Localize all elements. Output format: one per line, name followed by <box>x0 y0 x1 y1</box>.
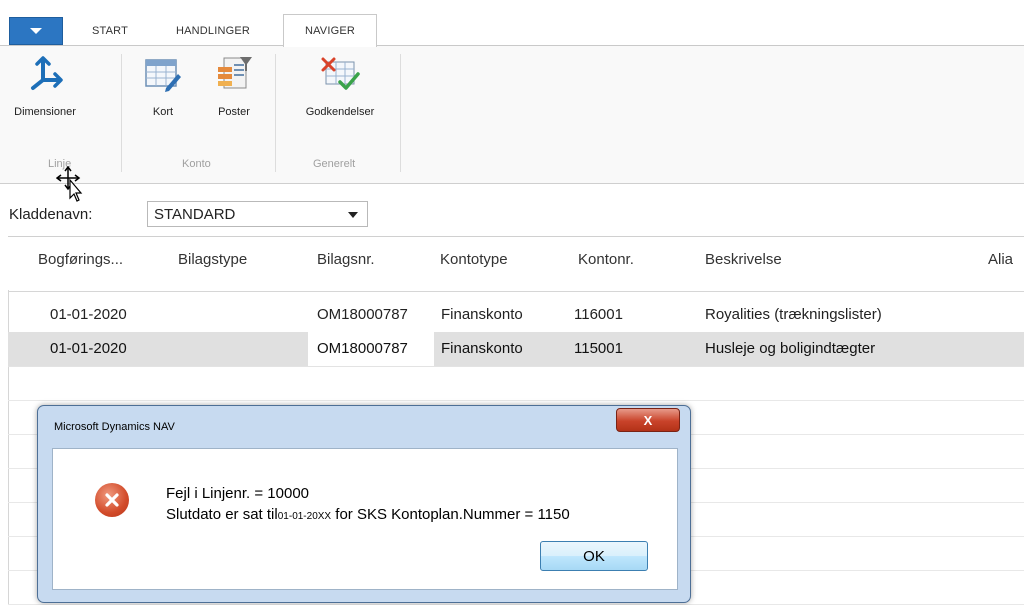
cell-account-no[interactable]: 116001 <box>574 306 623 323</box>
card-icon <box>143 52 183 96</box>
poster-button[interactable]: Poster <box>206 52 262 118</box>
dimensioner-label: Dimensioner <box>14 106 76 118</box>
group-separator <box>121 54 122 172</box>
column-header-document-no[interactable]: Bilagsnr. <box>317 251 375 268</box>
error-message-line-1: Fejl i Linjenr. = 10000 <box>166 485 310 502</box>
cell-document-no[interactable]: OM18000787 <box>317 306 408 323</box>
table-row[interactable]: 01-01-2020 OM18000787 Finanskonto 116001… <box>8 298 1024 333</box>
dialog-title: Microsoft Dynamics NAV <box>54 421 175 433</box>
table-row-selected[interactable]: 01-01-2020 OM18000787 Finanskonto 115001… <box>8 332 1024 367</box>
poster-label: Poster <box>218 106 250 118</box>
mouse-cursor-icon <box>55 165 84 207</box>
grid-header: Bogførings... Bilagstype Bilagsnr. Konto… <box>8 236 1024 292</box>
ribbon-panel: Dimensioner Kort Poster Godkendelser Lin… <box>0 45 1024 184</box>
error-message-prefix: Slutdato er sat til <box>166 506 278 523</box>
error-message-line-2: Slutdato er sat til01-01-20XX for SKS Ko… <box>166 506 570 523</box>
error-dialog: Microsoft Dynamics NAV X Fejl i Linjenr.… <box>37 405 691 603</box>
cell-account-type[interactable]: Finanskonto <box>441 340 523 357</box>
cell-posting-date[interactable]: 01-01-2020 <box>50 340 127 357</box>
tab-start[interactable]: START <box>70 19 150 43</box>
ribbon-tab-bar: START HANDLINGER NAVIGER <box>0 0 1024 47</box>
kort-button[interactable]: Kort <box>140 52 186 118</box>
godkendelser-button[interactable]: Godkendelser <box>288 52 392 118</box>
journal-name-value: STANDARD <box>154 205 236 223</box>
kort-label: Kort <box>152 106 174 118</box>
dialog-close-button[interactable]: X <box>616 408 680 432</box>
journal-name-label: Kladdenavn: <box>9 206 93 223</box>
group-separator <box>400 54 401 172</box>
application-menu-button[interactable] <box>9 17 63 45</box>
dialog-body: Fejl i Linjenr. = 10000 Slutdato er sat … <box>52 448 678 590</box>
group-label-konto: Konto <box>182 158 211 170</box>
empty-row[interactable] <box>8 366 1024 401</box>
group-separator <box>275 54 276 172</box>
error-message-date: 01-01-20XX <box>277 511 332 522</box>
cell-account-type[interactable]: Finanskonto <box>441 306 523 323</box>
menu-dropdown-icon <box>30 28 42 34</box>
column-header-document-type[interactable]: Bilagstype <box>178 251 247 268</box>
column-header-posting-date[interactable]: Bogførings... <box>38 251 123 268</box>
cell-description[interactable]: Husleje og boligindtægter <box>705 340 875 357</box>
cell-account-no[interactable]: 115001 <box>574 340 623 357</box>
approvals-icon <box>320 52 360 96</box>
journal-name-select[interactable]: STANDARD <box>147 201 368 227</box>
tab-naviger[interactable]: NAVIGER <box>283 14 377 47</box>
column-header-alias[interactable]: Alia <box>988 251 1013 268</box>
column-header-account-no[interactable]: Kontonr. <box>578 251 634 268</box>
dimensioner-button[interactable]: Dimensioner <box>0 52 90 118</box>
error-icon <box>95 483 129 517</box>
entries-icon <box>214 52 254 96</box>
column-header-account-type[interactable]: Kontotype <box>440 251 508 268</box>
dimensions-icon <box>25 52 65 96</box>
cell-description[interactable]: Royalities (trækningslister) <box>705 306 882 323</box>
tab-handlinger[interactable]: HANDLINGER <box>150 19 276 43</box>
column-header-description[interactable]: Beskrivelse <box>705 251 782 268</box>
cell-document-no[interactable]: OM18000787 <box>317 340 408 357</box>
group-label-generelt: Generelt <box>313 158 356 170</box>
cell-posting-date[interactable]: 01-01-2020 <box>50 306 127 323</box>
ok-button[interactable]: OK <box>540 541 648 571</box>
dropdown-arrow-icon[interactable] <box>348 212 358 218</box>
godkendelser-label: Godkendelser <box>305 106 375 118</box>
error-message-suffix: for SKS Kontoplan.Nummer = 1150 <box>331 506 570 523</box>
